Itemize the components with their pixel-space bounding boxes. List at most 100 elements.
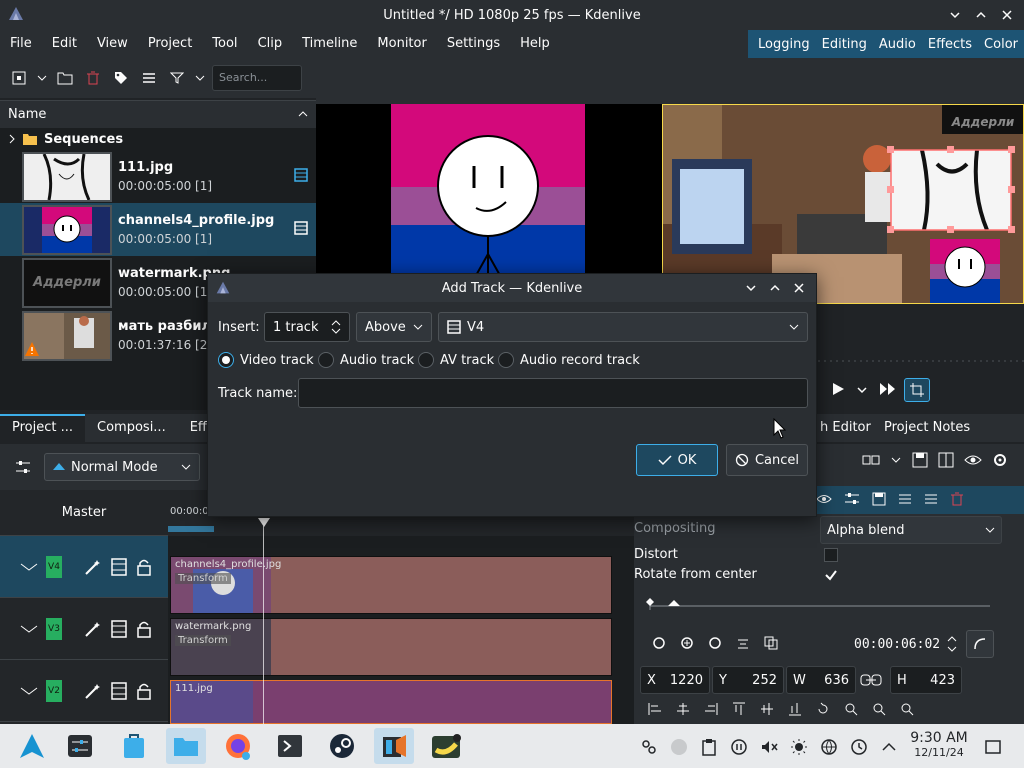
add-keyframe-icon[interactable]: [680, 636, 694, 650]
zone-bar[interactable]: [168, 526, 214, 532]
track-header-v4[interactable]: V4: [0, 536, 168, 598]
w-field[interactable]: W 636: [786, 666, 856, 694]
lock-icon[interactable]: [136, 620, 152, 638]
firefox-icon[interactable]: [218, 728, 258, 764]
layout-editing[interactable]: Editing: [816, 37, 873, 52]
delete-icon[interactable]: [950, 492, 964, 506]
sliders-icon[interactable]: [844, 492, 860, 506]
menu-file[interactable]: File: [0, 30, 42, 58]
master-track[interactable]: Master: [0, 490, 168, 536]
zoom-fit-icon[interactable]: [872, 702, 886, 716]
search-input[interactable]: Search...: [212, 65, 302, 91]
menu-icon[interactable]: [138, 67, 160, 89]
track-name-input[interactable]: [298, 378, 808, 408]
chevron-down-icon[interactable]: [890, 452, 902, 468]
align-bottom-icon[interactable]: [788, 702, 802, 716]
rotate-checkbox[interactable]: [824, 568, 838, 582]
tab-project-bin[interactable]: Project ...: [0, 414, 86, 442]
chevron-down-icon[interactable]: [194, 67, 206, 89]
compare-icon[interactable]: [862, 452, 880, 468]
timeline-clip[interactable]: watermark.png Transform: [170, 618, 612, 676]
h-field[interactable]: H 423: [890, 666, 962, 694]
file-manager-icon[interactable]: [166, 728, 206, 764]
columns-icon[interactable]: [938, 452, 954, 468]
track-header-v3[interactable]: V3: [0, 598, 168, 660]
film-icon[interactable]: [110, 681, 128, 700]
layout-effects[interactable]: Effects: [922, 37, 978, 52]
y-field[interactable]: Y 252: [712, 666, 784, 694]
settings-icon[interactable]: [992, 452, 1008, 468]
timeline-clip[interactable]: channels4_profile.jpg Transform: [170, 556, 612, 614]
target-track-select[interactable]: V4: [438, 312, 808, 342]
chevron-down-icon[interactable]: [36, 67, 48, 89]
menu-project[interactable]: Project: [138, 30, 202, 58]
layout-color[interactable]: Color: [978, 37, 1024, 52]
crop-icon[interactable]: [904, 378, 930, 402]
keyframe-timeline[interactable]: [644, 590, 990, 614]
sequences-folder[interactable]: Sequences: [0, 128, 316, 150]
close-icon[interactable]: [996, 4, 1018, 26]
compositing-select[interactable]: Alpha blend: [820, 516, 1002, 544]
cancel-button[interactable]: Cancel: [726, 444, 808, 476]
video-track-radio[interactable]: Video track: [218, 352, 314, 368]
terminal-icon[interactable]: [270, 728, 310, 764]
save-icon[interactable]: [872, 492, 886, 506]
distort-checkbox[interactable]: [824, 548, 838, 562]
clip-monitor[interactable]: [316, 104, 662, 284]
align-icon[interactable]: [736, 636, 750, 650]
timecode-value[interactable]: 00:00:06:02: [854, 637, 940, 652]
menu-help[interactable]: Help: [510, 30, 560, 58]
position-select[interactable]: Above: [356, 312, 432, 342]
save-effect-icon[interactable]: [912, 452, 928, 468]
kde-connect-icon[interactable]: [640, 738, 658, 756]
eye-icon[interactable]: [964, 452, 982, 468]
menu-timeline[interactable]: Timeline: [292, 30, 367, 58]
folder-add-icon[interactable]: [54, 67, 76, 89]
close-icon[interactable]: [788, 277, 810, 299]
menu-tool[interactable]: Tool: [202, 30, 247, 58]
network-icon[interactable]: [820, 738, 838, 756]
fast-forward-icon[interactable]: [878, 381, 898, 397]
maximize-icon[interactable]: [970, 4, 992, 26]
effect-wand-icon[interactable]: [84, 558, 102, 576]
status-dot-icon[interactable]: [670, 738, 688, 756]
eye-icon[interactable]: [816, 492, 832, 506]
film-icon[interactable]: [110, 557, 128, 576]
minimize-icon[interactable]: [944, 4, 966, 26]
tab-project-notes[interactable]: Project Notes: [872, 414, 982, 442]
tab-compositions[interactable]: Composi...: [85, 414, 178, 442]
chevron-down-icon[interactable]: [856, 384, 868, 396]
link-icon[interactable]: [860, 670, 882, 690]
audio-record-track-radio[interactable]: Audio record track: [498, 352, 640, 368]
clipboard-icon[interactable]: [700, 738, 718, 756]
effect-wand-icon[interactable]: [84, 682, 102, 700]
play-icon[interactable]: [830, 378, 846, 400]
volume-muted-icon[interactable]: [760, 738, 778, 756]
updates-icon[interactable]: [850, 738, 868, 756]
brightness-icon[interactable]: [790, 738, 808, 756]
move-down-icon[interactable]: [924, 492, 938, 506]
list-item[interactable]: 111.jpg 00:00:05:00 [1]: [0, 150, 316, 203]
move-up-icon[interactable]: [898, 492, 912, 506]
x-field[interactable]: X 1220: [640, 666, 710, 694]
list-item[interactable]: channels4_profile.jpg 00:00:05:00 [1]: [0, 203, 316, 256]
film-icon[interactable]: [110, 619, 128, 638]
clock[interactable]: 9:30 AM 12/11/24: [904, 730, 974, 759]
menu-settings[interactable]: Settings: [437, 30, 510, 58]
tag-icon[interactable]: [110, 67, 132, 89]
audio-track-radio[interactable]: Audio track: [318, 352, 414, 368]
chevron-up-icon[interactable]: [880, 738, 898, 756]
timeline-area[interactable]: 00:00:0 channels4_profile.jpg Transform …: [168, 490, 634, 724]
menu-clip[interactable]: Clip: [248, 30, 293, 58]
layout-audio[interactable]: Audio: [873, 37, 922, 52]
edit-mode-select[interactable]: Normal Mode: [44, 453, 200, 481]
app-launcher-icon[interactable]: [12, 728, 52, 764]
dialog-title-bar[interactable]: Add Track — Kdenlive: [208, 274, 816, 302]
show-desktop-icon[interactable]: [984, 738, 1002, 756]
reset-icon[interactable]: [816, 702, 830, 716]
ok-button[interactable]: OK: [636, 444, 718, 476]
discover-icon[interactable]: [114, 728, 154, 764]
av-track-radio[interactable]: AV track: [418, 352, 494, 368]
timeline-clip[interactable]: 111.jpg: [170, 680, 612, 724]
align-top-icon[interactable]: [732, 702, 746, 716]
